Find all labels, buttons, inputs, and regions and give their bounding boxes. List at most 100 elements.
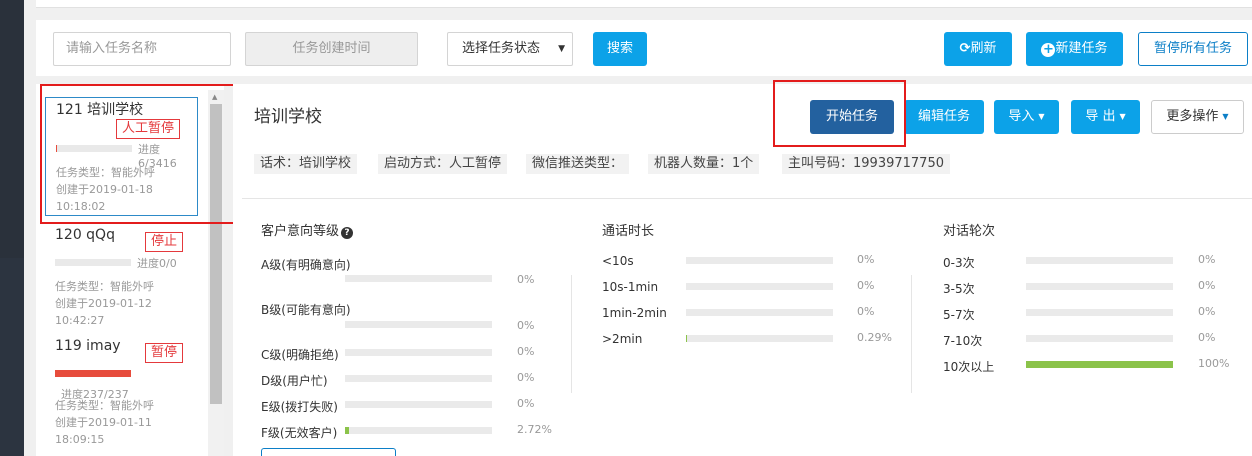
- task-created-time: 10:42:27: [55, 314, 105, 327]
- task-created-time: 18:09:15: [55, 433, 105, 446]
- stat-bar-fill: [1026, 361, 1173, 368]
- stat-percent: 0.29%: [857, 331, 892, 344]
- task-status-select-value: 选择任务状态: [462, 41, 541, 56]
- stat-bar: [1026, 309, 1173, 316]
- new-task-button[interactable]: + 新建任务: [1026, 32, 1123, 66]
- stat-label: 1min-2min: [602, 306, 667, 320]
- task-progress-text: 进度0/0: [137, 257, 177, 270]
- stat-label: 5-7次: [943, 308, 975, 322]
- stat-label: F级(无效客户): [261, 426, 338, 440]
- stat-label: 0-3次: [943, 256, 975, 270]
- task-card-119[interactable]: 119 imay 暂停 进度237/237 任务类型：智能外呼 创建于2019-…: [45, 337, 198, 456]
- stat-bar: [345, 401, 492, 408]
- task-created-date: 创建于2019-01-11: [55, 416, 152, 429]
- caret-down-icon: ▼: [1119, 112, 1126, 121]
- stat-percent: 0%: [517, 273, 535, 286]
- stat-percent: 0%: [857, 279, 875, 292]
- import-button[interactable]: 导入 ▼: [994, 100, 1059, 134]
- stat-label: B级(可能有意向): [261, 303, 351, 317]
- task-card-title: 120 qQq: [55, 227, 115, 243]
- stat-bar: [345, 275, 492, 282]
- stat-bar: [345, 427, 492, 434]
- stat-label: 3-5次: [943, 282, 975, 296]
- app-side-nav: [0, 0, 24, 456]
- more-actions-button[interactable]: 更多操作 ▼: [1151, 100, 1244, 134]
- task-status-badge: 停止: [145, 232, 184, 252]
- stat-bar: [345, 375, 492, 382]
- stat-label: E级(拨打失败): [261, 400, 338, 414]
- stat-percent: 2.72%: [517, 423, 552, 436]
- duration-section-title: 通话时长: [602, 224, 655, 239]
- stat-percent: 0%: [517, 319, 535, 332]
- stat-percent: 0%: [1198, 305, 1216, 318]
- task-type: 任务类型：智能外呼: [55, 399, 154, 412]
- chip-caller-number: 主叫号码：19939717750: [782, 154, 950, 174]
- select-caret-icon: ▼: [558, 44, 565, 54]
- stat-label: >2min: [602, 332, 643, 346]
- chip-wechat-push: 微信推送类型：: [526, 154, 630, 174]
- stat-percent: 0%: [517, 371, 535, 384]
- created-time-input[interactable]: 任务创建时间: [245, 32, 418, 66]
- search-button[interactable]: 搜索: [593, 32, 647, 66]
- stat-bar: [345, 349, 492, 356]
- chip-robot-count: 机器人数量：1个: [648, 154, 760, 174]
- task-detail-title: 培训学校: [254, 107, 322, 127]
- plus-circle-icon: +: [1041, 42, 1056, 57]
- stat-label: C级(明确拒绝): [261, 348, 339, 362]
- stat-percent: 0%: [857, 305, 875, 318]
- stat-percent: 100%: [1198, 357, 1230, 370]
- top-strip: [36, 0, 1252, 8]
- task-name-input[interactable]: 请输入任务名称: [53, 32, 231, 66]
- stat-bar: [686, 257, 833, 264]
- stat-percent: 0%: [1198, 279, 1216, 292]
- stat-bar: [1026, 283, 1173, 290]
- edit-task-button[interactable]: 编辑任务: [904, 100, 984, 134]
- task-status-badge: 暂停: [145, 343, 184, 363]
- task-progress-bar: [55, 370, 131, 377]
- stat-bar: [1026, 335, 1173, 342]
- export-button[interactable]: 导 出 ▼: [1071, 100, 1140, 134]
- task-progress-bar: [55, 259, 131, 266]
- stat-label: A级(有明确意向): [261, 258, 351, 272]
- stat-bar: [1026, 361, 1173, 368]
- stat-bar: [1026, 257, 1173, 264]
- task-created-date: 创建于2019-01-12: [55, 297, 152, 310]
- task-progress-fill: [55, 370, 131, 377]
- task-card-title: 119 imay: [55, 338, 121, 354]
- stat-percent: 0%: [517, 345, 535, 358]
- task-card-120[interactable]: 120 qQq 停止 进度0/0 任务类型：智能外呼 创建于2019-01-12…: [45, 226, 198, 331]
- more-actions-label: 更多操作: [1166, 109, 1219, 124]
- section-divider: [242, 198, 1252, 199]
- task-type: 任务类型：智能外呼: [55, 280, 154, 293]
- stat-label: 10次以上: [943, 360, 995, 374]
- intent-section-title: 客户意向等级?: [261, 220, 354, 239]
- refresh-label: 刷新: [970, 41, 997, 56]
- stat-percent: 0%: [1198, 253, 1216, 266]
- import-label: 导入: [1008, 109, 1035, 124]
- export-label: 导 出: [1085, 109, 1116, 124]
- stat-bar: [686, 335, 833, 342]
- task-status-select[interactable]: 选择任务状态 ▼: [447, 32, 573, 66]
- view-details-button[interactable]: [261, 448, 396, 456]
- stat-label: 7-10次: [943, 334, 983, 348]
- highlight-box-start-button: [773, 80, 906, 147]
- stat-label: D级(用户忙): [261, 374, 328, 388]
- stat-label: 10s-1min: [602, 280, 659, 294]
- stat-percent: 0%: [857, 253, 875, 266]
- intent-title-text: 客户意向等级: [261, 224, 340, 239]
- pause-all-button[interactable]: 暂停所有任务: [1138, 32, 1248, 66]
- stat-bar: [686, 309, 833, 316]
- rounds-section-title: 对话轮次: [943, 224, 996, 239]
- caret-down-icon: ▼: [1038, 112, 1045, 121]
- column-divider: [911, 275, 912, 393]
- new-task-label: 新建任务: [1055, 41, 1108, 56]
- chip-script: 话术：培训学校: [254, 154, 358, 174]
- stat-bar: [345, 321, 492, 328]
- question-circle-icon[interactable]: ?: [341, 227, 354, 239]
- stat-label: <10s: [602, 254, 634, 268]
- chip-start-mode: 启动方式：人工暂停: [378, 154, 508, 174]
- stat-bar: [686, 283, 833, 290]
- refresh-icon: ⟳: [959, 41, 971, 56]
- stat-percent: 0%: [1198, 331, 1216, 344]
- refresh-button[interactable]: ⟳刷新: [944, 32, 1012, 66]
